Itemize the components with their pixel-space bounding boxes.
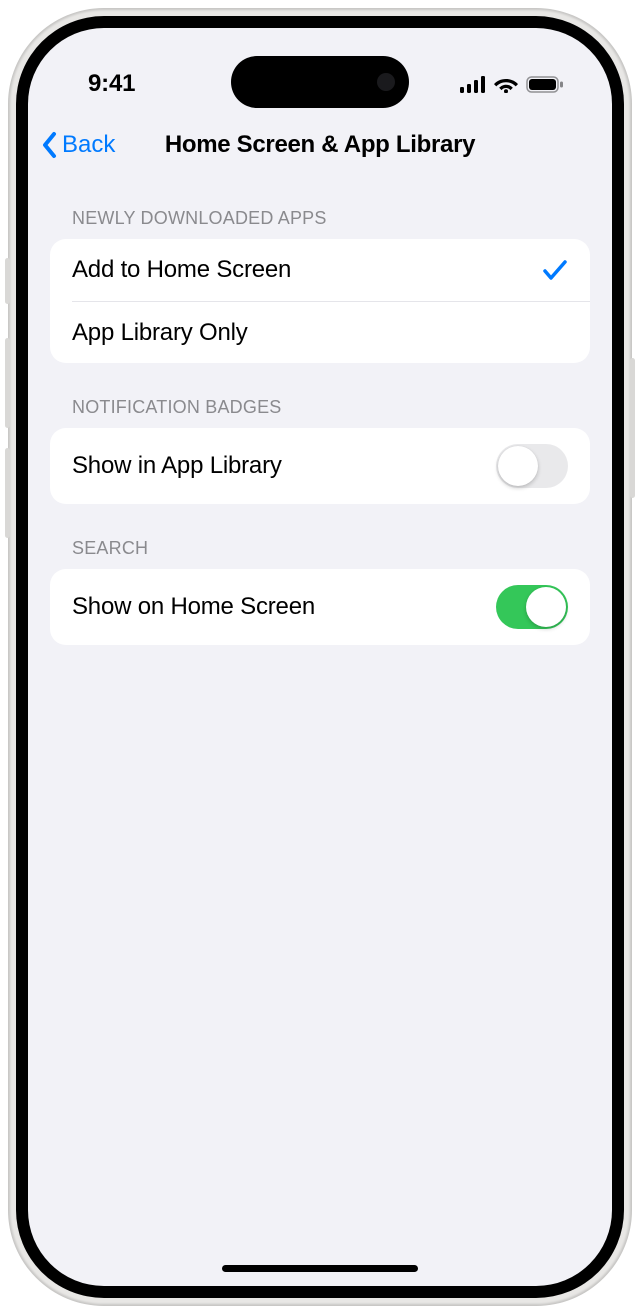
toggle-knob <box>498 446 538 486</box>
row-show-in-app-library: Show in App Library <box>50 428 590 504</box>
row-label: Show on Home Screen <box>72 593 315 621</box>
cellular-icon <box>460 76 486 93</box>
back-label: Back <box>62 131 115 159</box>
section-header-newly-downloaded: NEWLY DOWNLOADED APPS <box>50 174 590 239</box>
side-button <box>5 258 10 304</box>
page-title: Home Screen & App Library <box>165 131 475 159</box>
screen: 9:41 <box>28 28 612 1286</box>
chevron-left-icon <box>40 130 60 160</box>
group-newly-downloaded: Add to Home Screen App Library Only <box>50 239 590 363</box>
power-button <box>630 358 635 498</box>
option-label: Add to Home Screen <box>72 256 291 284</box>
nav-bar: Back Home Screen & App Library <box>28 118 612 174</box>
battery-icon <box>526 76 564 93</box>
toggle-show-in-app-library[interactable] <box>496 444 568 488</box>
group-search: Show on Home Screen <box>50 569 590 645</box>
status-indicators <box>460 76 564 93</box>
phone-bezel: 9:41 <box>16 16 624 1298</box>
toggle-show-on-home-screen[interactable] <box>496 585 568 629</box>
status-time: 9:41 <box>88 70 135 98</box>
checkmark-icon <box>542 258 568 282</box>
option-add-to-home-screen[interactable]: Add to Home Screen <box>50 239 590 301</box>
settings-content: NEWLY DOWNLOADED APPS Add to Home Screen… <box>28 174 612 645</box>
wifi-icon <box>494 76 518 93</box>
phone-frame: 9:41 <box>8 8 632 1306</box>
back-button[interactable]: Back <box>40 130 115 160</box>
group-notification-badges: Show in App Library <box>50 428 590 504</box>
home-indicator[interactable] <box>222 1265 418 1272</box>
dynamic-island <box>231 56 409 108</box>
volume-up-button <box>5 338 10 428</box>
section-header-notification-badges: NOTIFICATION BADGES <box>50 363 590 428</box>
toggle-knob <box>526 587 566 627</box>
row-show-on-home-screen: Show on Home Screen <box>50 569 590 645</box>
volume-down-button <box>5 448 10 538</box>
option-label: App Library Only <box>72 319 248 347</box>
section-header-search: SEARCH <box>50 504 590 569</box>
row-label: Show in App Library <box>72 452 282 480</box>
option-app-library-only[interactable]: App Library Only <box>72 301 590 363</box>
